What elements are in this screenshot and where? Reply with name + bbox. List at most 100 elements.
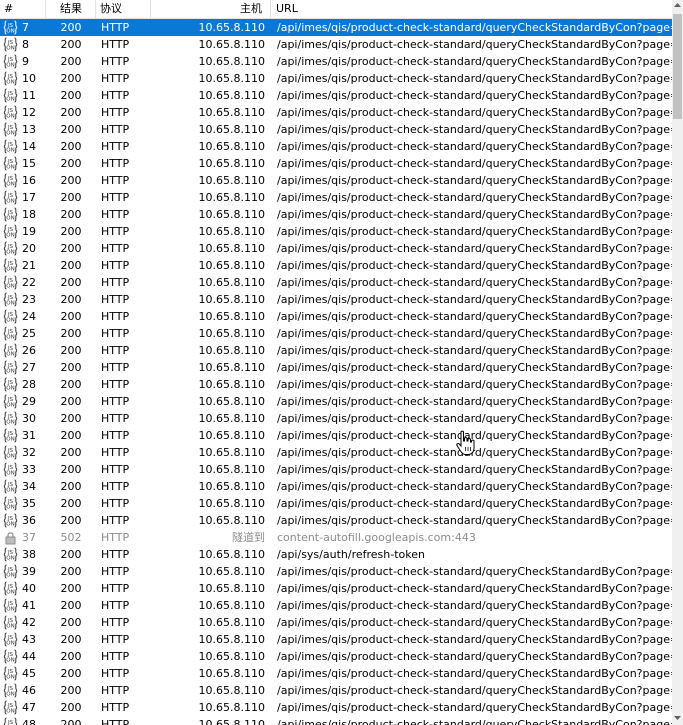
session-row[interactable]: 37 502 HTTP 隧道到 content-autofill.googleapis.… [0, 529, 672, 546]
session-result: 200 [60, 106, 82, 119]
session-row[interactable]: JS ON 15 200 HTTP 10.65.8.110/api/imes/qis/pr… [0, 155, 672, 172]
session-row[interactable]: JS ON 28 200 HTTP 10.65.8.110/api/imes/qis/pr… [0, 376, 672, 393]
session-row[interactable]: JS ON 20 200 HTTP 10.65.8.110/api/imes/qis/pr… [0, 240, 672, 257]
session-row[interactable]: JS ON 35 200 HTTP 10.65.8.110/api/imes/qis/pr… [0, 495, 672, 512]
session-row[interactable]: JS ON 22 200 HTTP 10.65.8.110/api/imes/qis/pr… [0, 274, 672, 291]
session-row[interactable]: JS ON 34 200 HTTP 10.65.8.110/api/imes/qis/pr… [0, 478, 672, 495]
json-request-icon: JSON [3, 343, 18, 358]
session-num-cell: JS ON 14 [0, 138, 46, 155]
session-url: /api/sys/auth/refresh-token [277, 548, 425, 561]
session-row[interactable]: JS ON 29 200 HTTP 10.65.8.110/api/imes/qis/pr… [0, 393, 672, 410]
column-header-host[interactable]: 主机 [151, 0, 271, 18]
session-num-cell: 37 [0, 529, 46, 546]
session-row[interactable]: JS ON 16 200 HTTP 10.65.8.110/api/imes/qis/pr… [0, 172, 672, 189]
session-result: 200 [60, 208, 82, 221]
session-row[interactable]: JS ON 25 200 HTTP 10.65.8.110/api/imes/qis/pr… [0, 325, 672, 342]
session-protocol: HTTP [101, 225, 130, 238]
session-num: 20 [22, 242, 36, 255]
session-url: /api/imes/qis/product-check-standard/que… [277, 89, 672, 102]
session-row[interactable]: JS ON 40 200 HTTP 10.65.8.110/api/imes/qis/pr… [0, 580, 672, 597]
session-result: 200 [60, 412, 82, 425]
session-num: 8 [22, 38, 29, 51]
session-host: 10.65.8.110 [198, 633, 265, 646]
session-num-cell: JS ON 15 [0, 155, 46, 172]
session-row[interactable]: JS ON 31 200 HTTP 10.65.8.110/api/imes/qis/pr… [0, 427, 672, 444]
session-row[interactable]: JS ON 23 200 HTTP 10.65.8.110/api/imes/qis/pr… [0, 291, 672, 308]
session-row[interactable]: JS ON 45 200 HTTP 10.65.8.110/api/imes/qis/pr… [0, 665, 672, 682]
session-protocol: HTTP [101, 429, 130, 442]
session-row[interactable]: JS ON 32 200 HTTP 10.65.8.110/api/imes/qis/pr… [0, 444, 672, 461]
svg-text:ON: ON [6, 199, 14, 205]
session-row[interactable]: JS ON 19 200 HTTP 10.65.8.110/api/imes/qis/pr… [0, 223, 672, 240]
column-header-result[interactable]: 结果 [46, 0, 96, 18]
session-url: /api/imes/qis/product-check-standard/que… [277, 191, 672, 204]
session-host: 10.65.8.110 [198, 327, 265, 340]
session-num-cell: JS ON 45 [0, 665, 46, 682]
session-row[interactable]: JSON 48 200 HTTP 10.65.8.110/api/imes/qis/pr… [0, 716, 672, 725]
session-row[interactable]: JS ON 33 200 HTTP 10.65.8.110/api/imes/qis/pr… [0, 461, 672, 478]
session-row[interactable]: JS ON 12 200 HTTP 10.65.8.110/api/imes/qis/pr… [0, 104, 672, 121]
session-row[interactable]: JS ON 38 200 HTTP 10.65.8.110/api/sys/auth/re… [0, 546, 672, 563]
session-row[interactable]: JS ON 27 200 HTTP 10.65.8.110/api/imes/qis/pr… [0, 359, 672, 376]
session-protocol: HTTP [101, 361, 130, 374]
session-row[interactable]: JS ON 17 200 HTTP 10.65.8.110/api/imes/qis/pr… [0, 189, 672, 206]
session-protocol: HTTP [101, 497, 130, 510]
session-row[interactable]: JS ON 36 200 HTTP 10.65.8.110/api/imes/qis/pr… [0, 512, 672, 529]
session-host: 10.65.8.110 [198, 446, 265, 459]
session-row[interactable]: JS ON 41 200 HTTP 10.65.8.110/api/imes/qis/pr… [0, 597, 672, 614]
session-row[interactable]: JS ON 13 200 HTTP 10.65.8.110/api/imes/qis/pr… [0, 121, 672, 138]
svg-text:ON: ON [6, 335, 14, 341]
session-url: /api/imes/qis/product-check-standard/que… [277, 514, 672, 527]
session-row[interactable]: JS ON 44 200 HTTP 10.65.8.110/api/imes/qis/pr… [0, 648, 672, 665]
session-row[interactable]: JS ON 14 200 HTTP 10.65.8.110/api/imes/qis/pr… [0, 138, 672, 155]
session-row[interactable]: JS ON 47 200 HTTP 10.65.8.110/api/imes/qis/pr… [0, 699, 672, 716]
session-num: 48 [22, 718, 36, 725]
session-protocol: HTTP [101, 378, 130, 391]
session-row[interactable]: JS ON 10 200 HTTP 10.65.8.110/api/imes/qis/pr… [0, 70, 672, 87]
scroll-down-arrow-icon [674, 716, 681, 720]
column-header-protocol[interactable]: 协议 [96, 0, 151, 18]
vertical-scrollbar[interactable] [672, 0, 683, 725]
session-row[interactable]: JS ON 39 200 HTTP 10.65.8.110/api/imes/qis/pr… [0, 563, 672, 580]
session-result: 200 [60, 650, 82, 663]
session-row[interactable]: JS ON 7 200 HTTP 10.65.8.110/api/imes/qis/pro… [0, 19, 672, 36]
session-row[interactable]: JS ON 21 200 HTTP 10.65.8.110/api/imes/qis/pr… [0, 257, 672, 274]
session-url: /api/imes/qis/product-check-standard/que… [277, 378, 672, 391]
column-header-num[interactable]: # [0, 0, 46, 18]
session-row[interactable]: JS ON 43 200 HTTP 10.65.8.110/api/imes/qis/pr… [0, 631, 672, 648]
session-row[interactable]: JS ON 9 200 HTTP 10.65.8.110/api/imes/qis/pro… [0, 53, 672, 70]
scrollbar-thumb[interactable] [673, 14, 682, 119]
session-url: /api/imes/qis/product-check-standard/que… [277, 21, 672, 34]
json-request-icon: JSON [3, 88, 18, 103]
svg-text:ON: ON [6, 63, 14, 69]
session-row[interactable]: JS ON 8 200 HTTP 10.65.8.110/api/imes/qis/pro… [0, 36, 672, 53]
session-url: /api/imes/qis/product-check-standard/que… [277, 140, 672, 153]
session-num-cell: JS ON 21 [0, 257, 46, 274]
svg-text:ON: ON [6, 556, 14, 562]
session-protocol: HTTP [101, 548, 130, 561]
session-row[interactable]: JS ON 46 200 HTTP 10.65.8.110/api/imes/qis/pr… [0, 682, 672, 699]
session-row[interactable]: JS ON 26 200 HTTP 10.65.8.110/api/imes/qis/pr… [0, 342, 672, 359]
session-row[interactable]: JS ON 42 200 HTTP 10.65.8.110/api/imes/qis/pr… [0, 614, 672, 631]
session-host: 10.65.8.110 [198, 599, 265, 612]
session-row[interactable]: JS ON 18 200 HTTP 10.65.8.110/api/imes/qis/pr… [0, 206, 672, 223]
svg-text:ON: ON [6, 488, 14, 494]
session-protocol: HTTP [101, 531, 130, 544]
session-url: /api/imes/qis/product-check-standard/que… [277, 412, 672, 425]
session-result: 200 [60, 582, 82, 595]
session-row[interactable]: JS ON 11 200 HTTP 10.65.8.110/api/imes/qis/pr… [0, 87, 672, 104]
session-protocol: HTTP [101, 684, 130, 697]
svg-text:ON: ON [6, 250, 14, 256]
session-host: 10.65.8.110 [198, 38, 265, 51]
session-host: 10.65.8.110 [198, 701, 265, 714]
session-row[interactable]: JS ON 30 200 HTTP 10.65.8.110/api/imes/qis/pr… [0, 410, 672, 427]
json-request-icon: JSON [3, 54, 18, 69]
session-host: 10.65.8.110 [198, 463, 265, 476]
session-protocol: HTTP [101, 667, 130, 680]
column-header-url[interactable]: URL [271, 0, 672, 18]
session-num: 31 [22, 429, 36, 442]
scroll-up-button[interactable] [672, 0, 683, 12]
scroll-down-button[interactable] [672, 713, 683, 725]
session-row[interactable]: JS ON 24 200 HTTP 10.65.8.110/api/imes/qis/pr… [0, 308, 672, 325]
session-url: /api/imes/qis/product-check-standard/que… [277, 395, 672, 408]
